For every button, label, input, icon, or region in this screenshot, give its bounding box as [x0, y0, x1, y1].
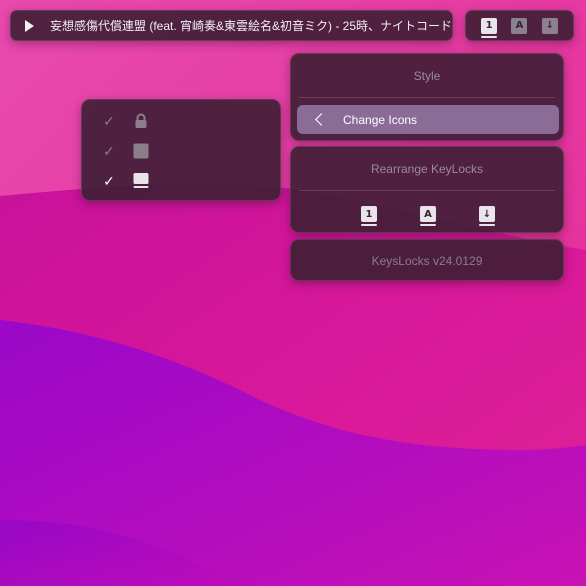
checkmark-icon: ✓	[103, 112, 115, 129]
version-label: KeysLocks v24.0129	[371, 254, 483, 268]
num-lock-icon[interactable]: 1	[361, 206, 377, 226]
divider	[299, 97, 555, 98]
scroll-lock-icon[interactable]: ↓	[479, 206, 495, 226]
keylocks-status-bar[interactable]: 1 A ↓	[465, 10, 574, 41]
rearrange-header: Rearrange KeyLocks	[370, 162, 484, 176]
num-lock-icon: 1	[481, 17, 498, 38]
change-icons-label: Change Icons	[343, 112, 418, 127]
version-panel: KeysLocks v24.0129	[290, 239, 564, 281]
divider	[299, 190, 555, 191]
icon-style-menu: ✓ ✓ ✓	[81, 99, 281, 201]
checkmark-icon: ✓	[103, 142, 115, 159]
play-icon[interactable]	[25, 19, 34, 32]
icon-style-option-keycap[interactable]: ✓	[82, 166, 282, 196]
icon-style-option-lock[interactable]: ✓	[82, 106, 282, 136]
chevron-left-icon	[315, 113, 328, 126]
filled-square-icon	[133, 143, 149, 159]
keycap-underline-icon	[133, 173, 149, 189]
caps-lock-icon: A	[511, 17, 528, 34]
change-icons-button[interactable]: Change Icons	[297, 105, 559, 134]
checkmark-icon: ✓	[103, 172, 115, 189]
style-panel: Style Change Icons	[290, 53, 564, 141]
caps-lock-icon[interactable]: A	[420, 206, 436, 226]
rearrange-keylocks-panel: Rearrange KeyLocks 1 A ↓	[290, 146, 564, 233]
icon-style-option-filled[interactable]: ✓	[82, 136, 282, 166]
style-header: Style	[413, 69, 441, 83]
lock-icon	[133, 113, 149, 129]
now-playing-title: 妄想感傷代償連盟 (feat. 宵崎奏&東雲絵名&初音ミク) - 25時、ナイト…	[50, 19, 453, 33]
rearrange-key-list: 1 A ↓	[361, 205, 495, 226]
now-playing-bar[interactable]: 妄想感傷代償連盟 (feat. 宵崎奏&東雲絵名&初音ミク) - 25時、ナイト…	[10, 10, 453, 41]
scroll-lock-icon: ↓	[541, 17, 558, 34]
